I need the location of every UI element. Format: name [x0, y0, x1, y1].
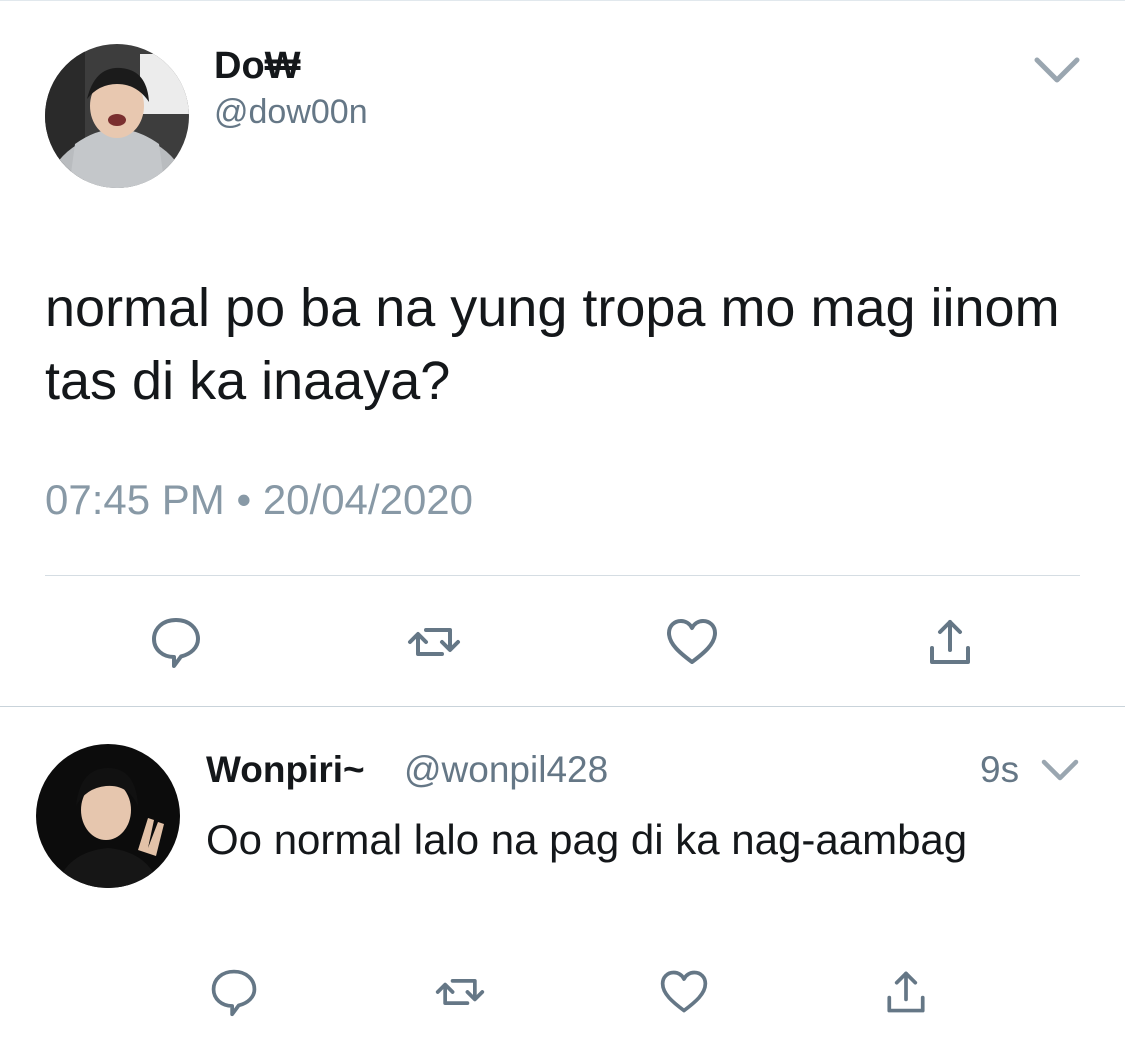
divider: [45, 575, 1080, 576]
share-icon[interactable]: [918, 610, 982, 674]
display-name[interactable]: Do₩: [214, 44, 301, 88]
user-handle[interactable]: @wonpil428: [404, 748, 608, 792]
tweet-separator: [0, 706, 1125, 707]
avatar[interactable]: [36, 744, 180, 888]
avatar-photo: [45, 44, 189, 188]
reply-icon[interactable]: [202, 960, 266, 1024]
tweet-timestamp[interactable]: 9s: [980, 748, 1019, 792]
chevron-down-icon[interactable]: [1031, 52, 1083, 88]
retweet-icon[interactable]: [428, 960, 492, 1024]
avatar[interactable]: [45, 44, 189, 188]
chevron-down-icon[interactable]: [1040, 756, 1080, 786]
display-name[interactable]: Wonpiri~: [206, 748, 365, 792]
avatar-photo: [36, 744, 180, 888]
reply-icon[interactable]: [144, 610, 208, 674]
retweet-icon[interactable]: [402, 610, 466, 674]
like-icon[interactable]: [652, 960, 716, 1024]
tweet-text: normal po ba na yung tropa mo mag iinom …: [45, 278, 1060, 411]
tweet-text: Oo normal lalo na pag di ka nag-aambag: [206, 816, 968, 863]
share-icon[interactable]: [874, 960, 938, 1024]
like-icon[interactable]: [660, 610, 724, 674]
user-handle[interactable]: @dow00n: [214, 92, 368, 132]
top-border: [0, 0, 1125, 1]
tweet-timestamp[interactable]: 07:45 PM • 20/04/2020: [45, 474, 473, 526]
